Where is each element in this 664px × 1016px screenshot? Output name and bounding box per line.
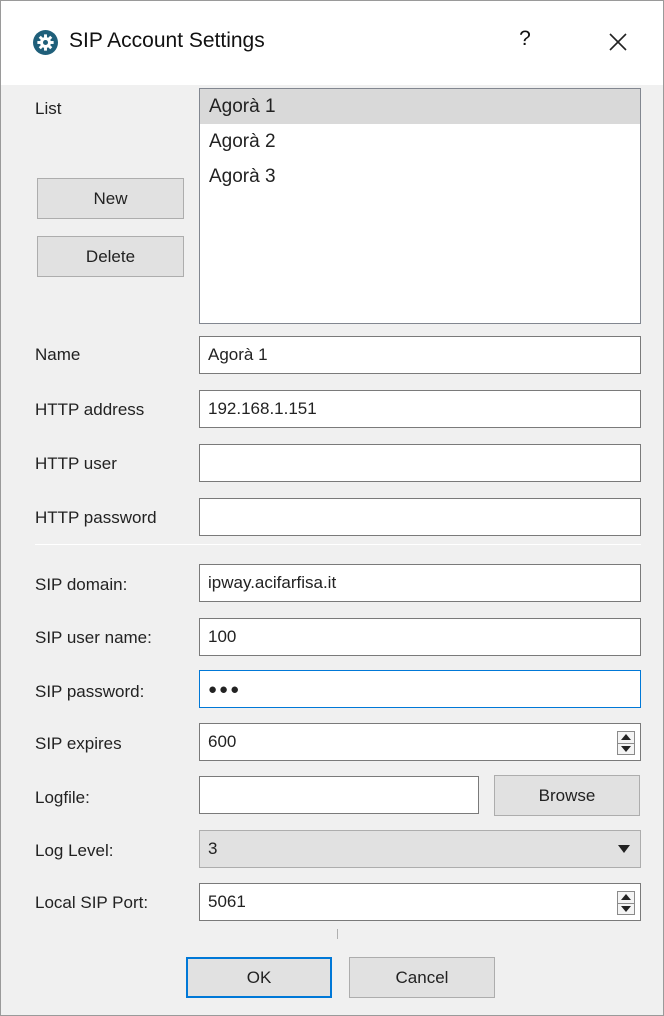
http-password-label: HTTP password	[35, 508, 157, 527]
section-divider	[35, 544, 641, 545]
list-item[interactable]: Agorà 2	[200, 124, 640, 159]
list-label: List	[35, 99, 62, 118]
local-sip-port-spinbox[interactable]: 5061	[199, 883, 641, 921]
spin-up-icon[interactable]	[618, 732, 634, 743]
list-item[interactable]: Agorà 3	[200, 159, 640, 194]
sip-domain-field[interactable]: ipway.acifarfisa.it	[199, 564, 641, 602]
http-user-label: HTTP user	[35, 454, 117, 473]
password-mask: ●●●	[208, 680, 242, 698]
browse-button[interactable]: Browse	[494, 775, 640, 816]
http-password-field[interactable]	[199, 498, 641, 536]
chevron-down-icon	[618, 845, 630, 853]
delete-button[interactable]: Delete	[37, 236, 184, 277]
title-bar[interactable]: SIP Account Settings ?	[1, 1, 663, 85]
name-field[interactable]: Agorà 1	[199, 336, 641, 374]
sip-password-field[interactable]: ●●●	[199, 670, 641, 708]
sip-user-name-field[interactable]: 100	[199, 618, 641, 656]
name-label: Name	[35, 345, 81, 364]
sip-password-label: SIP password:	[35, 682, 145, 701]
sip-expires-value: 600	[208, 732, 237, 751]
sip-account-settings-dialog: SIP Account Settings ? List New Delete A…	[0, 0, 664, 1016]
sip-expires-label: SIP expires	[35, 734, 122, 753]
log-level-value: 3	[208, 839, 218, 858]
spin-down-icon[interactable]	[618, 902, 634, 915]
sip-expires-spinbox[interactable]: 600	[199, 723, 641, 761]
log-level-dropdown[interactable]: 3	[199, 830, 641, 868]
account-list[interactable]: Agorà 1 Agorà 2 Agorà 3	[199, 88, 641, 324]
cancel-button[interactable]: Cancel	[349, 957, 495, 998]
sip-user-name-label: SIP user name:	[35, 628, 152, 647]
log-level-label: Log Level:	[35, 841, 114, 860]
close-icon[interactable]	[603, 27, 633, 57]
sip-expires-spinner[interactable]	[617, 731, 635, 755]
list-item[interactable]: Agorà 1	[200, 89, 640, 124]
window-title: SIP Account Settings	[69, 29, 265, 52]
divider-mark	[337, 929, 338, 939]
ok-button[interactable]: OK	[186, 957, 332, 998]
http-user-field[interactable]	[199, 444, 641, 482]
http-address-label: HTTP address	[35, 400, 145, 419]
logfile-field[interactable]	[199, 776, 479, 814]
logfile-label: Logfile:	[35, 788, 90, 807]
local-sip-port-value: 5061	[208, 892, 246, 911]
spin-down-icon[interactable]	[618, 742, 634, 755]
http-address-field[interactable]: 192.168.1.151	[199, 390, 641, 428]
sip-domain-label: SIP domain:	[35, 575, 128, 594]
new-button[interactable]: New	[37, 178, 184, 219]
local-sip-port-label: Local SIP Port:	[35, 893, 149, 912]
help-button[interactable]: ?	[513, 27, 537, 57]
local-sip-port-spinner[interactable]	[617, 891, 635, 915]
spin-up-icon[interactable]	[618, 892, 634, 903]
gear-icon	[33, 30, 58, 55]
